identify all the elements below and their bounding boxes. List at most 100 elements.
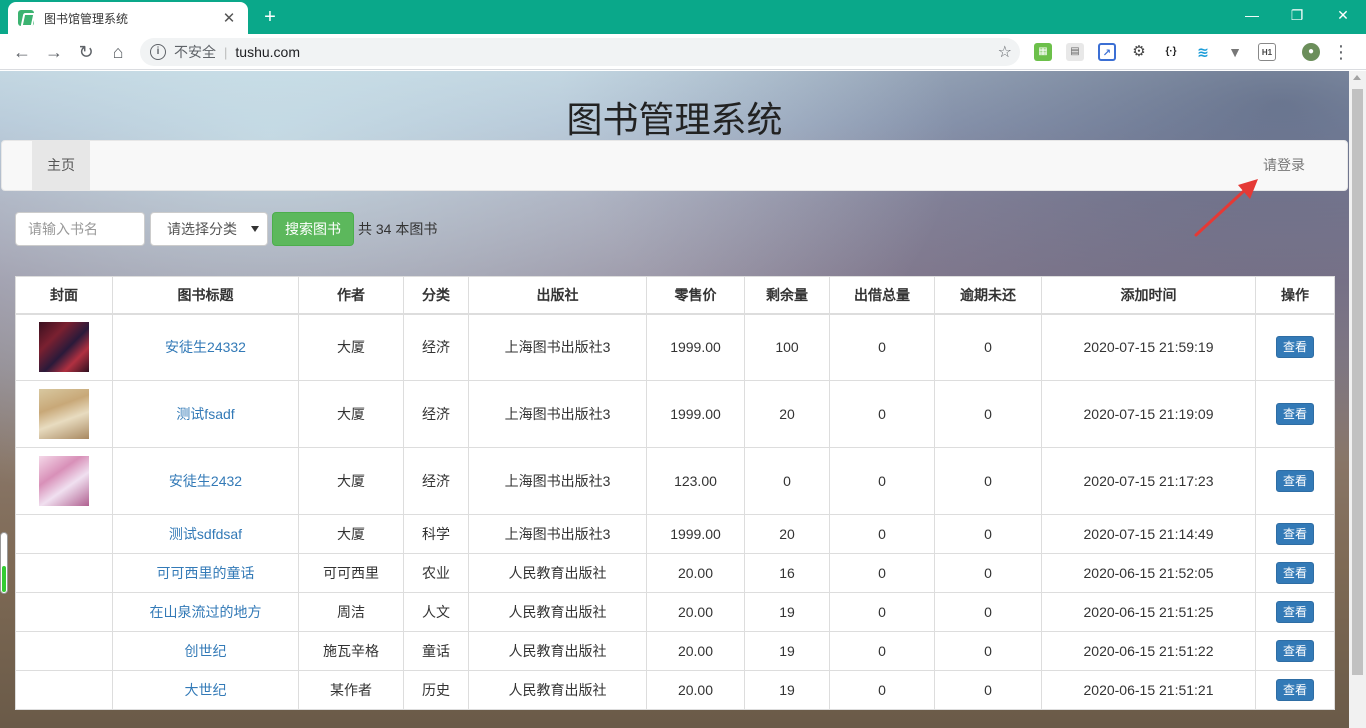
table-row: 大世纪 某作者 历史 人民教育出版社 20.00 19 0 0 2020-06-15 21:51… (15, 670, 1335, 710)
view-button[interactable]: 查看 (1275, 523, 1314, 545)
search-books-button[interactable]: 搜索图书 (272, 212, 354, 246)
view-button[interactable]: 查看 (1275, 403, 1314, 425)
remaining-cell: 19 (744, 592, 830, 632)
overdue-cell: 0 (934, 592, 1042, 632)
column-header: 添加时间 (1041, 276, 1256, 315)
site-info-icon[interactable]: i (150, 44, 166, 60)
lent-cell: 0 (829, 514, 935, 554)
category-text: 历史 (422, 682, 450, 698)
book-cover-image (39, 322, 89, 373)
cover-cell (15, 380, 113, 448)
browser-tab[interactable]: 图书馆管理系统 ✕ (8, 2, 248, 34)
browser-menu-icon[interactable]: ⋮ (1332, 42, 1350, 62)
price-text: 1999.00 (670, 526, 721, 542)
book-title-link[interactable]: 安徒生24332 (165, 339, 246, 355)
category-cell: 经济 (403, 380, 469, 448)
remaining-cell: 19 (744, 631, 830, 671)
remaining-cell: 20 (744, 514, 830, 554)
side-widget-handle[interactable] (0, 532, 8, 594)
lent-text: 0 (878, 339, 886, 356)
column-header: 操作 (1255, 276, 1335, 315)
new-tab-button[interactable]: + (258, 5, 282, 29)
remaining-cell: 100 (744, 313, 830, 381)
profile-avatar[interactable]: ● (1302, 43, 1320, 61)
cover-cell (15, 670, 113, 710)
remaining-text: 16 (779, 565, 795, 581)
view-button[interactable]: 查看 (1275, 470, 1314, 492)
address-bar[interactable]: i 不安全 | tushu.com ☆ (140, 38, 1020, 66)
book-name-input[interactable]: 请输入书名 (15, 212, 145, 246)
column-header: 封面 (15, 276, 113, 315)
view-button[interactable]: 查看 (1275, 679, 1314, 701)
bookmark-star-icon[interactable]: ☆ (998, 42, 1012, 62)
close-window-button[interactable]: ✕ (1320, 0, 1366, 30)
publisher-cell: 人民教育出版社 (468, 553, 647, 593)
tab-close-icon[interactable]: ✕ (220, 9, 238, 27)
vue-extension-icon[interactable]: ▼ (1226, 43, 1244, 61)
lent-text: 0 (878, 406, 886, 422)
lent-cell: 0 (829, 631, 935, 671)
author-cell: 大厦 (298, 380, 404, 448)
column-header: 出版社 (468, 276, 647, 315)
book-title-link[interactable]: 创世纪 (185, 643, 227, 659)
added-time-text: 2020-07-15 21:14:49 (1083, 526, 1214, 542)
scroll-up-arrow-icon[interactable] (1353, 75, 1361, 80)
added-time-text: 2020-06-15 21:51:21 (1083, 682, 1214, 698)
category-select[interactable]: 请选择分类 (150, 212, 268, 246)
address-separator: | (224, 44, 228, 60)
view-button[interactable]: 查看 (1275, 640, 1314, 662)
action-cell: 查看 (1255, 313, 1335, 381)
wifi-extension-icon[interactable]: ≋ (1194, 43, 1212, 61)
category-cell: 人文 (403, 592, 469, 632)
price-cell: 20.00 (646, 631, 745, 671)
table-row: 安徒生2432 大厦 经济 上海图书出版社3 123.00 0 0 0 2020-07-15 2… (15, 447, 1335, 515)
publisher-cell: 上海图书出版社3 (468, 380, 647, 448)
minimize-button[interactable]: — (1229, 0, 1275, 30)
author-text: 大厦 (337, 526, 365, 542)
url-text[interactable]: tushu.com (235, 44, 300, 60)
price-cell: 20.00 (646, 670, 745, 710)
added-time-cell: 2020-06-15 21:51:25 (1041, 592, 1256, 632)
overdue-cell: 0 (934, 631, 1042, 671)
category-select-value: 请选择分类 (167, 221, 237, 237)
price-cell: 20.00 (646, 592, 745, 632)
json-extension-icon[interactable]: {·} (1162, 43, 1180, 61)
forward-arrow-icon[interactable]: → (42, 40, 66, 64)
view-button[interactable]: 查看 (1275, 562, 1314, 584)
remaining-cell: 20 (744, 380, 830, 448)
view-button[interactable]: 查看 (1275, 336, 1314, 359)
action-cell: 查看 (1255, 380, 1335, 448)
action-cell: 查看 (1255, 553, 1335, 593)
restore-button[interactable]: ❐ (1274, 0, 1320, 30)
reload-icon[interactable]: ↻ (74, 40, 98, 64)
publisher-cell: 上海图书出版社3 (468, 514, 647, 554)
nav-home-link[interactable]: 主页 (32, 141, 90, 190)
remaining-text: 19 (779, 682, 795, 698)
heading-extension-icon[interactable]: H1 (1258, 43, 1276, 61)
scrollbar-thumb[interactable] (1352, 89, 1363, 675)
book-title-link[interactable]: 测试fsadf (176, 406, 234, 422)
home-icon[interactable]: ⌂ (106, 40, 130, 64)
translate-extension-icon[interactable]: ↗ (1098, 43, 1116, 61)
book-title-link[interactable]: 安徒生2432 (169, 473, 242, 489)
red-annotation-arrow-icon (1194, 179, 1258, 237)
book-title-link[interactable]: 可可西里的童话 (157, 565, 255, 581)
price-text: 1999.00 (670, 406, 721, 422)
settings-extension-icon[interactable]: ⚙ (1130, 43, 1148, 61)
category-text: 经济 (422, 339, 450, 356)
view-button[interactable]: 查看 (1275, 601, 1314, 623)
login-link[interactable]: 请登录 (1263, 141, 1305, 190)
book-title-link[interactable]: 测试sdfdsaf (169, 526, 242, 542)
back-arrow-icon[interactable]: ← (10, 40, 34, 64)
tab-manager-extension-icon[interactable]: ▤ (1066, 43, 1084, 61)
qr-extension-icon[interactable]: ▦ (1034, 43, 1052, 61)
category-text: 经济 (422, 473, 450, 489)
books-table: 封面 图书标题 作者 分类 出版社 零售价 剩余量 出借总量 逾期未还 添加时间… (15, 276, 1335, 710)
cover-cell (15, 592, 113, 632)
remaining-text: 19 (779, 604, 795, 620)
book-title-link[interactable]: 在山泉流过的地方 (150, 604, 262, 620)
book-title-link[interactable]: 大世纪 (185, 682, 227, 698)
publisher-text: 上海图书出版社3 (504, 473, 611, 489)
lent-text: 0 (878, 473, 886, 489)
page-scrollbar[interactable] (1349, 71, 1366, 728)
